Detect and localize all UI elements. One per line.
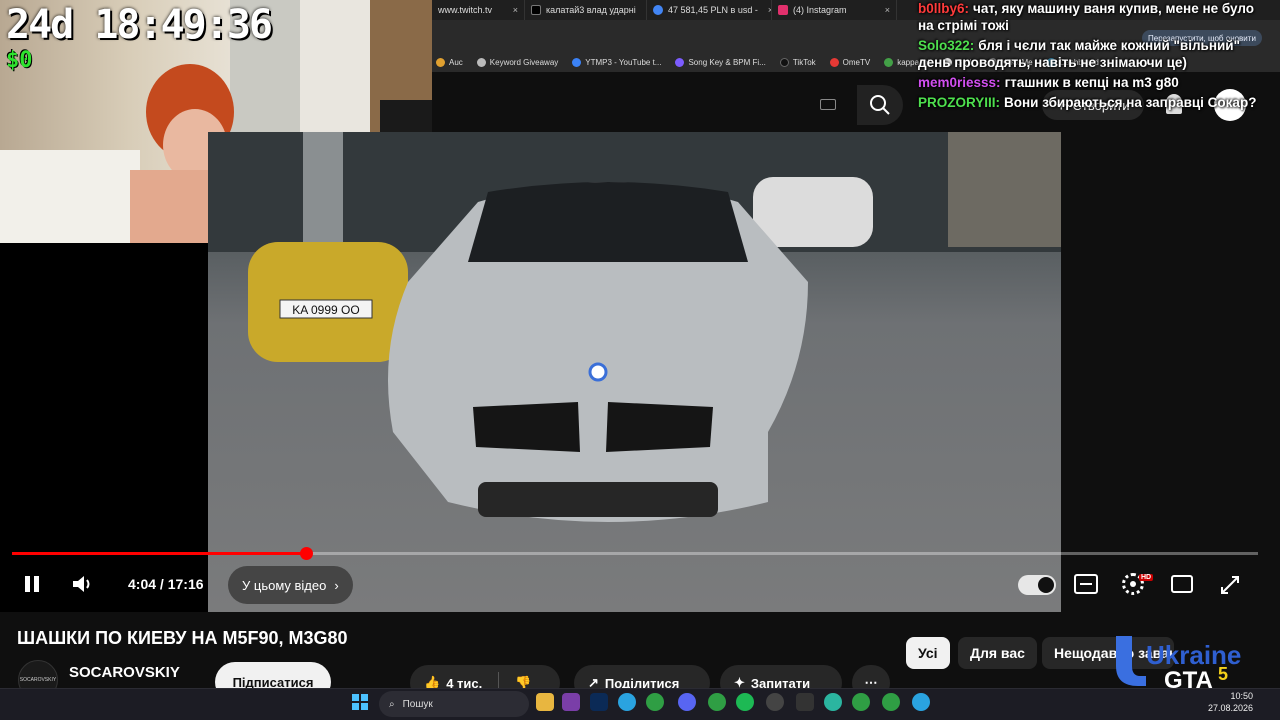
player-letterbox — [0, 243, 208, 613]
close-icon[interactable]: × — [758, 5, 771, 15]
start-button[interactable] — [352, 694, 368, 710]
money-counter: $0 — [6, 48, 33, 73]
browser-tab-video[interactable]: калатай3 влад ударнi × — [525, 0, 647, 20]
logo-word-gta: GTA — [1164, 667, 1213, 690]
chat-text: гташник в кепці на m3 g80 — [1004, 75, 1179, 90]
bookmark-keyword-giveaway[interactable]: Keyword Giveaway — [476, 57, 558, 67]
clock-time: 10:50 — [1230, 691, 1254, 701]
search-icon: ⌕ — [389, 698, 395, 710]
app-icon[interactable] — [796, 693, 814, 711]
discord-icon[interactable] — [678, 693, 696, 711]
pause-button[interactable] — [20, 572, 44, 596]
app-icon[interactable] — [562, 693, 580, 711]
video-scene: KA 0999 OO — [208, 132, 1061, 522]
bookmark-icon — [779, 57, 789, 67]
tiktok-icon — [531, 5, 541, 15]
keyboard-icon[interactable] — [820, 99, 836, 110]
chat-username: mem0riesss: — [918, 75, 1001, 90]
volume-button[interactable] — [70, 572, 94, 596]
chat-username: b0llby6: — [918, 1, 970, 16]
chat-username: PROZORYIII: — [918, 95, 1001, 110]
autoplay-toggle[interactable] — [1018, 575, 1056, 595]
autoplay-knob — [1038, 577, 1054, 593]
photoshop-icon[interactable] — [590, 693, 608, 711]
telegram-icon[interactable] — [618, 693, 636, 711]
bookmark-icon — [829, 57, 839, 67]
windows-taskbar — [0, 688, 1280, 720]
fullscreen-icon — [1221, 576, 1239, 594]
clock-date: 27.08.2026 — [1208, 703, 1254, 713]
gear-icon — [1130, 581, 1136, 587]
chrome-icon[interactable] — [882, 693, 900, 711]
hd-badge: HD — [1139, 574, 1154, 581]
system-clock[interactable]: 10:50 27.08.2026 — [1208, 690, 1253, 714]
time-separator: / — [156, 576, 168, 592]
logo-number-5: 5 — [1218, 664, 1228, 684]
chat-message: Solo322: бля і чєли так майже кожний "віл… — [918, 37, 1268, 71]
subtitles-button[interactable] — [1074, 574, 1098, 594]
bookmark-icon — [675, 57, 685, 67]
license-plate: KA 0999 OO — [292, 303, 359, 317]
chip-for-you[interactable]: Для вас — [958, 637, 1037, 669]
video-title: ШАШКИ ПО КИЕВУ НА M5F90, M3G80 — [17, 628, 348, 648]
time-display: 4:04 / 17:16 — [128, 576, 204, 592]
chat-text: Вони збираються на заправці Сокар? — [1004, 95, 1257, 110]
obs-icon[interactable] — [766, 693, 784, 711]
duration: 17:16 — [167, 576, 204, 592]
windows-icon — [352, 694, 368, 710]
chip-all[interactable]: Усі — [906, 637, 950, 669]
chat-message: PROZORYIII: Вони збираються на заправці С… — [918, 94, 1268, 111]
bookmark-auc[interactable]: Auc — [436, 57, 463, 67]
pause-icon — [25, 576, 39, 592]
file-explorer-icon[interactable] — [536, 693, 554, 711]
bookmark-tiktok[interactable]: TikTok — [779, 57, 816, 67]
chapters-button[interactable]: У цьому відео › — [228, 566, 353, 604]
video-frame[interactable]: KA 0999 OO — [208, 132, 1061, 612]
search-button[interactable] — [857, 85, 903, 125]
close-icon[interactable]: × — [503, 5, 518, 15]
chrome-icon[interactable] — [852, 693, 870, 711]
progress-played — [12, 552, 306, 555]
volume-icon — [73, 576, 90, 592]
chrome-icon[interactable] — [646, 693, 664, 711]
instagram-icon — [778, 5, 788, 15]
chat-message: b0llby6: чат, яку машину ваня купив, мене… — [918, 0, 1268, 34]
browser-tab-currency[interactable]: 47 581,45 PLN в usd - × — [647, 0, 772, 20]
logo-graphic: Ukraine GTA 5 — [1116, 636, 1241, 694]
bookmark-ometv[interactable]: OmeTV — [829, 57, 870, 67]
subtitles-icon — [1080, 583, 1092, 585]
close-icon[interactable]: × — [636, 5, 647, 15]
search-icon — [870, 95, 890, 115]
current-time: 4:04 — [128, 576, 157, 592]
browser-tab-twitch[interactable]: www.twitch.tv × — [432, 0, 525, 20]
bookmark-song-key[interactable]: Song Key & BPM Fi... — [675, 57, 766, 67]
channel-name[interactable]: SOCAROVSKIY — [69, 664, 180, 681]
bookmark-icon — [884, 57, 894, 67]
browser-tab-instagram[interactable]: (4) Instagram × — [772, 0, 897, 20]
ukraine-gta5-logo: Ukraine GTA 5 — [1110, 632, 1260, 694]
close-icon[interactable]: × — [875, 5, 890, 15]
chrome-icon[interactable] — [708, 693, 726, 711]
taskbar-search[interactable]: ⌕ Пошук — [379, 691, 529, 717]
google-icon — [653, 5, 663, 15]
chat-username: Solo322: — [918, 38, 975, 53]
fullscreen-button[interactable] — [1218, 573, 1242, 597]
telegram-icon[interactable] — [912, 693, 930, 711]
chat-overlay: b0llby6: чат, яку машину ваня купив, мене… — [918, 0, 1268, 114]
app-icon[interactable] — [824, 693, 842, 711]
bookmark-icon — [476, 57, 486, 67]
spotify-icon[interactable] — [736, 693, 754, 711]
bookmark-icon — [572, 57, 582, 67]
chevron-right-icon: › — [334, 577, 339, 593]
chat-message: mem0riesss: гташник в кепці на m3 g80 — [918, 74, 1268, 91]
progress-scrubber[interactable] — [300, 547, 313, 560]
stream-timer: 24d 18:49:36 — [6, 2, 273, 48]
bookmark-ytmp3[interactable]: YTMP3 - YouTube t... — [572, 57, 661, 67]
bookmark-icon — [436, 57, 445, 67]
theater-mode-button[interactable] — [1171, 575, 1193, 593]
